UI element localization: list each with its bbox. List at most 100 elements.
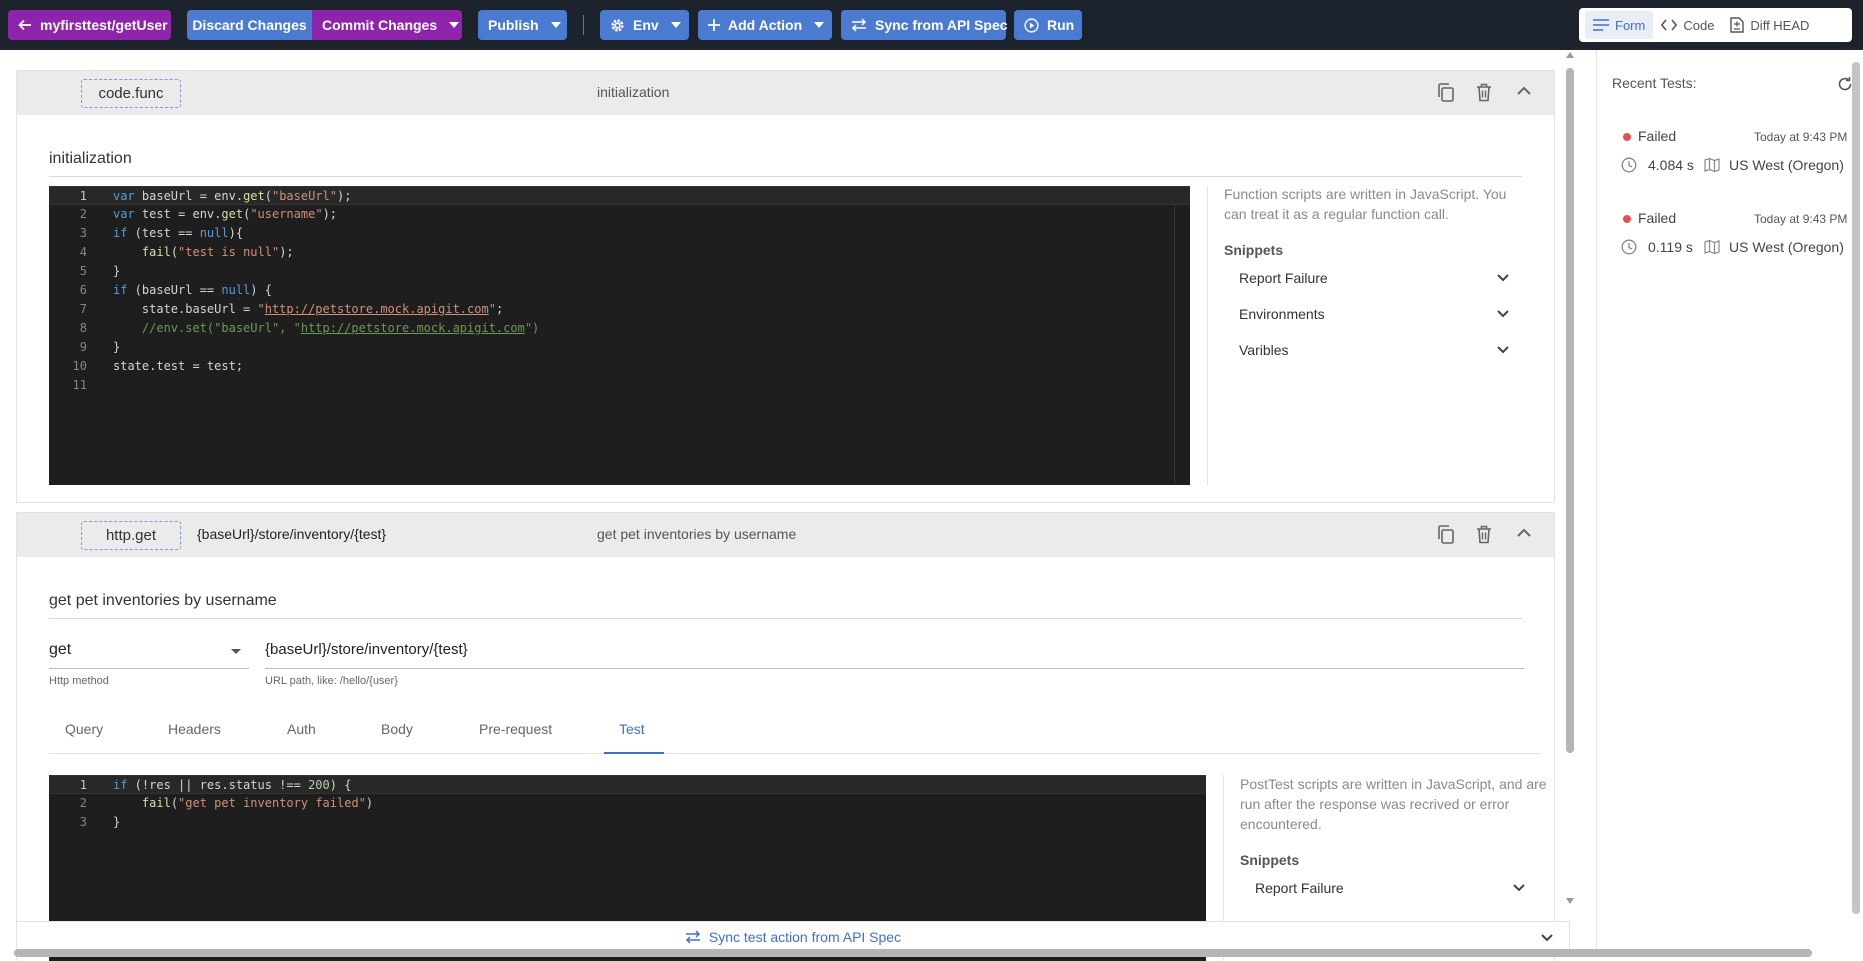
chevron-down-icon bbox=[1497, 310, 1509, 318]
http-method-value: get bbox=[49, 641, 72, 658]
recent-tests-panel: Recent Tests: Failed Today at 9:43 PM 4.… bbox=[1596, 50, 1863, 949]
main-vertical-scrollbar[interactable] bbox=[1563, 52, 1577, 912]
copy-icon[interactable] bbox=[1437, 83, 1455, 103]
test-duration: 0.119 s bbox=[1648, 239, 1693, 255]
tab-query[interactable]: Query bbox=[65, 705, 103, 753]
url-path-underline bbox=[265, 668, 1524, 669]
tab-auth[interactable]: Auth bbox=[287, 705, 316, 753]
action-section-title: initialization bbox=[49, 150, 132, 167]
test-region: US West (Oregon) bbox=[1729, 157, 1844, 173]
action-type-chip[interactable]: http.get bbox=[81, 521, 181, 550]
env-label: Env bbox=[633, 17, 659, 33]
refresh-icon[interactable] bbox=[1837, 76, 1853, 92]
test-time: Today at 9:43 PM bbox=[1754, 130, 1848, 144]
back-button-label: myfirsttest/getUser bbox=[40, 17, 168, 33]
function-code-editor[interactable]: 1 var baseUrl = env.get("baseUrl"); 2 var … bbox=[49, 186, 1190, 485]
clock-icon bbox=[1621, 239, 1637, 255]
sync-arrows-icon bbox=[685, 930, 701, 944]
action-type-chip[interactable]: code.func bbox=[81, 79, 181, 108]
snippet-environments[interactable]: Environments bbox=[1239, 302, 1509, 326]
section-divider bbox=[49, 176, 1522, 177]
run-button[interactable]: Run bbox=[1014, 10, 1082, 40]
scroll-down-arrow-icon[interactable] bbox=[1566, 898, 1574, 904]
test-status: Failed bbox=[1638, 210, 1677, 226]
commit-changes-button[interactable]: Commit Changes bbox=[312, 10, 462, 40]
tab-body[interactable]: Body bbox=[381, 705, 413, 753]
toolbar-divider bbox=[583, 15, 584, 35]
function-help-text: Function scripts are written in JavaScri… bbox=[1224, 186, 1507, 222]
view-code-tab[interactable]: Code bbox=[1653, 11, 1722, 39]
line-number: 5 bbox=[79, 264, 87, 278]
main-vertical-scroll-thumb[interactable] bbox=[1566, 68, 1574, 753]
arrow-left-icon bbox=[18, 18, 32, 32]
snippet-report-failure[interactable]: Report Failure bbox=[1255, 876, 1525, 900]
url-path-hint: URL path, like: /hello/{user} bbox=[265, 675, 398, 687]
tab-pre-request[interactable]: Pre-request bbox=[479, 705, 552, 753]
tab-test[interactable]: Test bbox=[619, 705, 645, 753]
caret-down-icon[interactable] bbox=[449, 22, 460, 28]
test-time: Today at 9:43 PM bbox=[1754, 212, 1848, 226]
add-action-button[interactable]: Add Action bbox=[698, 10, 832, 40]
back-button[interactable]: myfirsttest/getUser bbox=[8, 10, 171, 40]
test-status: Failed bbox=[1638, 128, 1677, 144]
run-label: Run bbox=[1047, 17, 1075, 33]
action-section-title: get pet inventories by username bbox=[49, 592, 277, 609]
line-number: 2 bbox=[79, 796, 87, 810]
discard-changes-button[interactable]: Discard Changes bbox=[187, 10, 312, 40]
horizontal-scroll-thumb[interactable] bbox=[14, 949, 1812, 957]
form-lines-icon bbox=[1593, 19, 1609, 31]
view-mode-toggle: Form Code Diff HEAD bbox=[1579, 8, 1852, 42]
sync-arrows-icon bbox=[851, 18, 867, 32]
snippet-label: Report Failure bbox=[1239, 270, 1328, 286]
code-brackets-icon bbox=[1661, 19, 1678, 31]
publish-button[interactable]: Publish bbox=[478, 10, 567, 40]
gear-icon bbox=[610, 18, 625, 33]
play-circle-icon bbox=[1024, 17, 1039, 33]
snippet-label: Report Failure bbox=[1255, 880, 1344, 896]
scroll-up-arrow-icon[interactable] bbox=[1566, 52, 1574, 58]
snippet-label: Varibles bbox=[1239, 342, 1289, 358]
trash-icon[interactable] bbox=[1476, 83, 1492, 102]
discard-changes-label: Discard Changes bbox=[192, 17, 307, 33]
caret-down-icon bbox=[814, 22, 825, 28]
snippets-heading: Snippets bbox=[1224, 242, 1284, 258]
snippet-label: Environments bbox=[1239, 306, 1325, 322]
http-method-label: Http method bbox=[49, 675, 109, 687]
tab-headers[interactable]: Headers bbox=[168, 705, 221, 753]
line-number: 3 bbox=[79, 226, 87, 240]
add-action-label: Add Action bbox=[728, 17, 803, 33]
test-duration: 4.084 s bbox=[1648, 157, 1694, 173]
view-form-label: Form bbox=[1615, 17, 1646, 33]
url-path-value: {baseUrl}/store/inventory/{test} bbox=[265, 641, 468, 658]
action-card-http-get: http.get {baseUrl}/store/inventory/{test… bbox=[16, 512, 1555, 961]
map-icon bbox=[1704, 157, 1720, 173]
action-header-title: get pet inventories by username bbox=[597, 526, 797, 542]
active-tab-indicator bbox=[604, 752, 664, 754]
chevron-down-icon bbox=[1497, 346, 1509, 354]
chevron-down-icon[interactable] bbox=[1541, 934, 1553, 942]
action-card-header[interactable]: http.get {baseUrl}/store/inventory/{test… bbox=[17, 513, 1554, 557]
copy-icon[interactable] bbox=[1437, 525, 1455, 545]
plus-icon bbox=[708, 19, 720, 31]
sync-from-api-spec-button[interactable]: Sync from API Spec bbox=[841, 10, 1008, 40]
section-divider bbox=[49, 618, 1522, 619]
env-button[interactable]: Env bbox=[600, 10, 689, 40]
view-form-tab[interactable]: Form bbox=[1585, 11, 1654, 39]
action-header-title: initialization bbox=[597, 84, 670, 100]
help-divider bbox=[1207, 186, 1208, 485]
chevron-up-icon[interactable] bbox=[1517, 86, 1531, 95]
failed-status-dot bbox=[1623, 133, 1631, 141]
snippet-varibles[interactable]: Varibles bbox=[1239, 338, 1509, 362]
view-diff-tab[interactable]: Diff HEAD bbox=[1722, 11, 1817, 39]
request-tabs: Query Headers Auth Body Pre-request Test bbox=[49, 705, 1540, 754]
line-number: 3 bbox=[79, 815, 87, 829]
action-header-path: {baseUrl}/store/inventory/{test} bbox=[197, 526, 387, 542]
http-method-underline bbox=[49, 668, 249, 669]
action-card-header[interactable]: code.func initialization bbox=[17, 71, 1554, 115]
snippet-report-failure[interactable]: Report Failure bbox=[1239, 266, 1509, 290]
recent-tests-title: Recent Tests: bbox=[1612, 75, 1697, 91]
trash-icon[interactable] bbox=[1476, 525, 1492, 544]
chevron-down-icon bbox=[1497, 274, 1509, 282]
chevron-up-icon[interactable] bbox=[1517, 528, 1531, 537]
line-number: 1 bbox=[79, 778, 87, 792]
